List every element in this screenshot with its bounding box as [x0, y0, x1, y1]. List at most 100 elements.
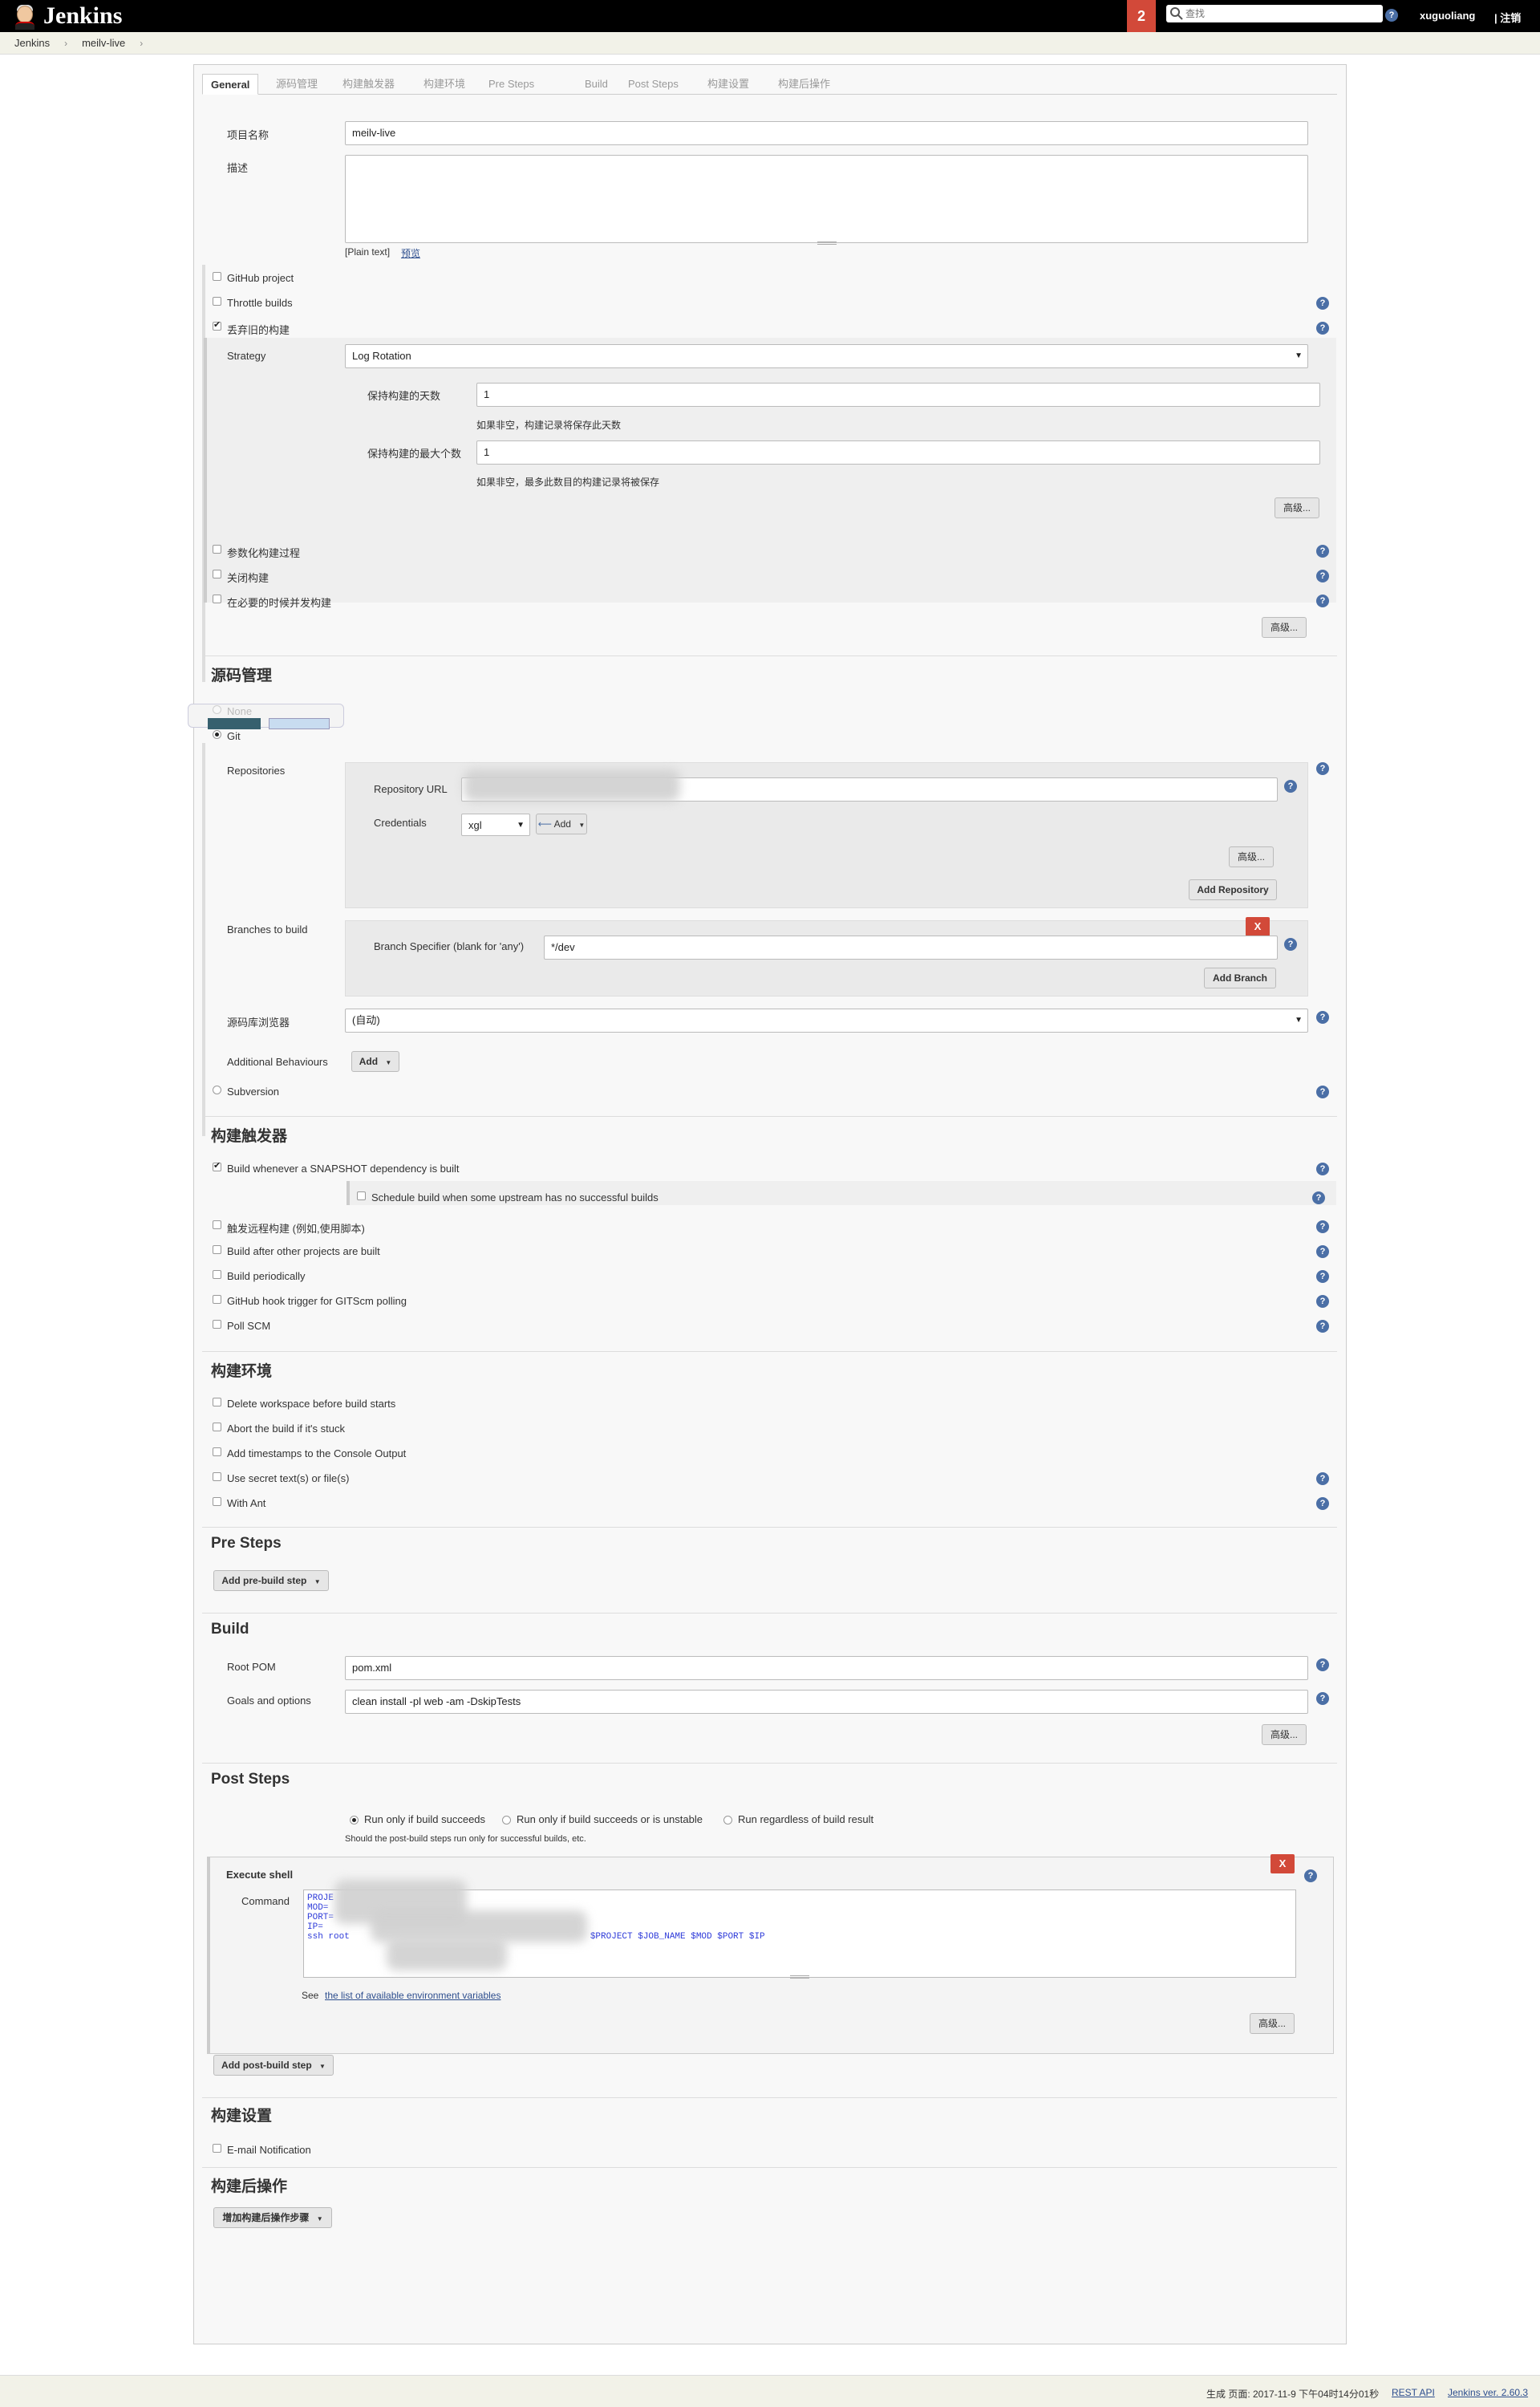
help-icon[interactable]: ? [1385, 9, 1398, 22]
add-post-build-action-button[interactable]: 增加构建后操作步骤 ▼ [213, 2207, 332, 2228]
schedule-upstream-checkbox[interactable] [357, 1191, 366, 1200]
tab-post-build[interactable]: 构建后操作 [770, 74, 838, 95]
help-icon[interactable]: ? [1316, 1320, 1329, 1333]
help-icon[interactable]: ? [1304, 1869, 1317, 1882]
help-icon[interactable]: ? [1316, 1245, 1329, 1258]
scm-section-title: 源码管理 [211, 668, 273, 684]
tab-build[interactable]: Build [577, 74, 616, 95]
breadcrumb-jenkins[interactable]: Jenkins [14, 37, 50, 49]
tab-environment[interactable]: 构建环境 [415, 74, 473, 95]
add-post-build-step-button[interactable]: Add post-build step ▼ [213, 2055, 334, 2076]
build-periodically-checkbox[interactable] [213, 1270, 221, 1279]
tab-post-steps[interactable]: Post Steps [620, 74, 687, 95]
behaviours-add-button[interactable]: Add ▼ [351, 1051, 399, 1072]
build-advanced-button[interactable]: 高级... [1262, 1724, 1307, 1745]
scm-none-radio[interactable] [213, 705, 221, 714]
max-builds-input[interactable]: 1 [476, 440, 1320, 465]
delete-branch-button[interactable]: X [1246, 917, 1270, 936]
search-box[interactable] [1166, 5, 1383, 22]
tab-scm[interactable]: 源码管理 [268, 74, 326, 95]
repository-browser-select[interactable]: (自动) ▼ [345, 1009, 1308, 1033]
with-ant-checkbox[interactable] [213, 1497, 221, 1506]
notification-badge[interactable]: 2 [1127, 0, 1156, 32]
snapshot-trigger-checkbox[interactable] [213, 1160, 221, 1171]
logout-link[interactable]: | 注销 [1494, 10, 1521, 25]
help-icon[interactable]: ? [1316, 1658, 1329, 1671]
help-icon[interactable]: ? [1316, 1220, 1329, 1233]
textarea-resize-grip[interactable] [790, 1975, 809, 1979]
help-icon[interactable]: ? [1316, 1497, 1329, 1510]
parameterized-checkbox[interactable] [213, 545, 221, 554]
help-icon[interactable]: ? [1284, 938, 1297, 951]
days-to-keep-input[interactable]: 1 [476, 383, 1320, 407]
throttle-builds-checkbox[interactable] [213, 297, 221, 306]
breadcrumb-project[interactable]: meilv-live [82, 37, 125, 49]
help-icon[interactable]: ? [1316, 1295, 1329, 1308]
help-icon[interactable]: ? [1316, 1270, 1329, 1283]
run-regardless-radio[interactable] [723, 1816, 732, 1825]
help-icon[interactable]: ? [1284, 780, 1297, 793]
delete-execute-shell-button[interactable]: X [1270, 1854, 1295, 1873]
credentials-select[interactable]: xgl ▼ [461, 814, 530, 836]
description-label: 描述 [227, 162, 249, 174]
after-other-projects-checkbox[interactable] [213, 1245, 221, 1254]
description-textarea[interactable] [345, 155, 1308, 243]
poll-scm-checkbox[interactable] [213, 1320, 221, 1329]
repository-advanced-button[interactable]: 高级... [1229, 846, 1274, 867]
textarea-resize-grip[interactable] [817, 242, 837, 245]
remote-trigger-checkbox[interactable] [213, 1220, 221, 1229]
strategy-select[interactable]: Log Rotation ▼ [345, 344, 1308, 368]
help-icon[interactable]: ? [1316, 1086, 1329, 1098]
project-name-input[interactable]: meilv-live [345, 121, 1308, 145]
env-variables-link[interactable]: the list of available environment variab… [325, 1990, 500, 2001]
timestamps-label: Add timestamps to the Console Output [227, 1447, 407, 1459]
secret-text-checkbox[interactable] [213, 1472, 221, 1481]
scm-git-radio[interactable] [213, 730, 221, 739]
help-icon[interactable]: ? [1316, 762, 1329, 775]
add-repository-button[interactable]: Add Repository [1189, 879, 1277, 900]
rest-api-link[interactable]: REST API [1392, 2387, 1435, 2398]
tab-general[interactable]: General [202, 74, 259, 95]
add-credentials-button[interactable]: ⟵ Add ▼ [536, 814, 587, 834]
delete-workspace-checkbox[interactable] [213, 1398, 221, 1406]
jenkins-version-link[interactable]: Jenkins ver. 2.60.3 [1448, 2387, 1528, 2398]
add-pre-build-step-button[interactable]: Add pre-build step ▼ [213, 1570, 329, 1591]
tab-build-settings[interactable]: 构建设置 [699, 74, 757, 95]
help-icon[interactable]: ? [1316, 322, 1329, 335]
breadcrumb-separator[interactable]: › [140, 38, 143, 49]
scm-subversion-radio[interactable] [213, 1086, 221, 1094]
add-branch-button[interactable]: Add Branch [1204, 968, 1276, 988]
help-icon[interactable]: ? [1316, 297, 1329, 310]
tab-triggers[interactable]: 构建触发器 [334, 74, 403, 95]
strategy-advanced-button[interactable]: 高级... [1275, 497, 1319, 518]
discard-old-builds-checkbox[interactable] [213, 319, 221, 331]
help-icon[interactable]: ? [1316, 1692, 1329, 1705]
abort-stuck-checkbox[interactable] [213, 1423, 221, 1431]
help-icon[interactable]: ? [1316, 1163, 1329, 1175]
timestamps-checkbox[interactable] [213, 1447, 221, 1456]
github-hook-checkbox[interactable] [213, 1295, 221, 1304]
email-notification-checkbox[interactable] [213, 2144, 221, 2153]
user-link[interactable]: xuguoliang [1420, 10, 1475, 22]
help-icon[interactable]: ? [1316, 545, 1329, 558]
help-icon[interactable]: ? [1316, 1472, 1329, 1485]
general-advanced-button[interactable]: 高级... [1262, 617, 1307, 638]
search-input[interactable] [1185, 6, 1378, 21]
help-icon[interactable]: ? [1316, 570, 1329, 582]
help-icon[interactable]: ? [1316, 595, 1329, 607]
root-pom-input[interactable]: pom.xml [345, 1656, 1308, 1680]
run-if-succeeds-radio[interactable] [350, 1816, 359, 1825]
run-if-unstable-radio[interactable] [502, 1816, 511, 1825]
goals-input[interactable]: clean install -pl web -am -DskipTests [345, 1690, 1308, 1714]
github-project-checkbox[interactable] [213, 272, 221, 281]
jenkins-logo[interactable]: Jenkins [13, 2, 141, 30]
execute-shell-advanced-button[interactable]: 高级... [1250, 2013, 1295, 2034]
preview-link[interactable]: 预览 [401, 246, 420, 260]
help-icon[interactable]: ? [1312, 1191, 1325, 1204]
execute-shell-handle[interactable] [207, 1857, 210, 2054]
concurrent-builds-checkbox[interactable] [213, 595, 221, 603]
tab-pre-steps[interactable]: Pre Steps [480, 74, 542, 95]
help-icon[interactable]: ? [1316, 1011, 1329, 1024]
branch-specifier-input[interactable]: */dev [544, 936, 1278, 960]
disable-build-checkbox[interactable] [213, 570, 221, 578]
